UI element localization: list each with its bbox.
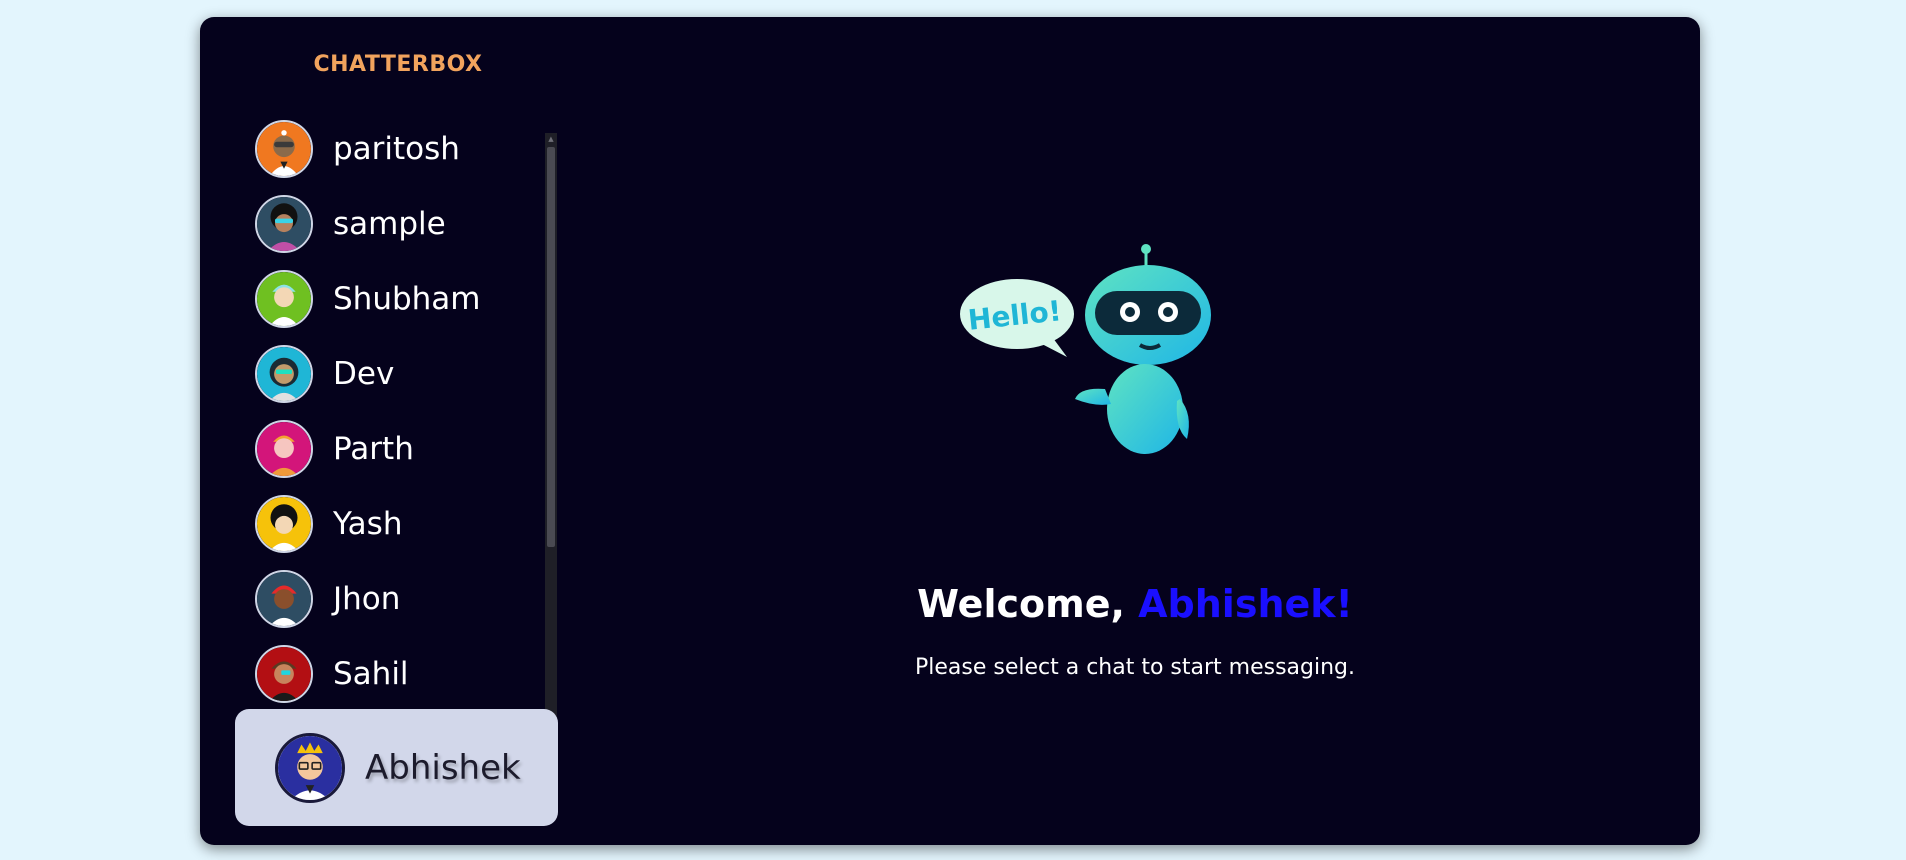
chat-app-window: CHATTERBOX paritosh sample Shubham Dev P… (200, 17, 1700, 845)
avatar-abhishek-icon (278, 735, 342, 800)
avatar (255, 570, 313, 628)
contact-name: Yash (333, 506, 403, 542)
avatar-dev-icon (257, 347, 311, 401)
current-user-card[interactable]: Abhishek (235, 709, 558, 826)
avatar (255, 420, 313, 478)
avatar (255, 345, 313, 403)
avatar (255, 120, 313, 178)
contact-item-dev[interactable]: Dev (255, 342, 525, 406)
scroll-thumb[interactable] (547, 147, 555, 547)
current-user-name: Abhishek (365, 747, 521, 788)
app-brand: CHATTERBOX (313, 52, 483, 77)
contact-name: Parth (333, 431, 414, 467)
contact-item-shubham[interactable]: Shubham (255, 267, 525, 331)
avatar-paritosh-icon (257, 122, 311, 176)
avatar (255, 195, 313, 253)
avatar-jhon-icon (257, 572, 311, 626)
sidebar: CHATTERBOX paritosh sample Shubham Dev P… (200, 17, 570, 845)
contact-list[interactable]: paritosh sample Shubham Dev Parth Yash J… (255, 117, 545, 722)
avatar (255, 495, 313, 553)
avatar (275, 732, 345, 803)
contact-item-yash[interactable]: Yash (255, 492, 525, 556)
welcome-panel: Hello! Welcome, Abhishek! Please select … (570, 17, 1700, 845)
contact-name: sample (333, 206, 446, 242)
contact-item-sahil[interactable]: Sahil (255, 642, 525, 706)
welcome-subtitle: Please select a chat to start messaging. (914, 655, 1356, 680)
contact-name: Dev (333, 356, 395, 392)
contact-name: Jhon (333, 581, 401, 617)
contact-name: Shubham (333, 281, 481, 317)
avatar-sahil-icon (257, 647, 311, 701)
contact-list-scrollbar[interactable]: ▲ ▼ (545, 133, 557, 723)
contact-item-jhon[interactable]: Jhon (255, 567, 525, 631)
contact-item-paritosh[interactable]: paritosh (255, 117, 525, 181)
welcome-heading: Welcome, Abhishek! (570, 582, 1700, 626)
avatar-shubham-icon (257, 272, 311, 326)
robot-hello-illustration: Hello! (960, 244, 1211, 454)
contact-item-sample[interactable]: sample (255, 192, 525, 256)
welcome-prefix: Welcome, (917, 582, 1139, 626)
avatar-yash-icon (257, 497, 311, 551)
contact-name: paritosh (333, 131, 460, 167)
contact-item-parth[interactable]: Parth (255, 417, 525, 481)
contact-name: Sahil (333, 656, 409, 692)
welcome-username: Abhishek! (1138, 582, 1353, 626)
avatar (255, 645, 313, 703)
avatar (255, 270, 313, 328)
avatar-sample-icon (257, 197, 311, 251)
avatar-parth-icon (257, 422, 311, 476)
scroll-up-icon[interactable]: ▲ (545, 133, 557, 145)
